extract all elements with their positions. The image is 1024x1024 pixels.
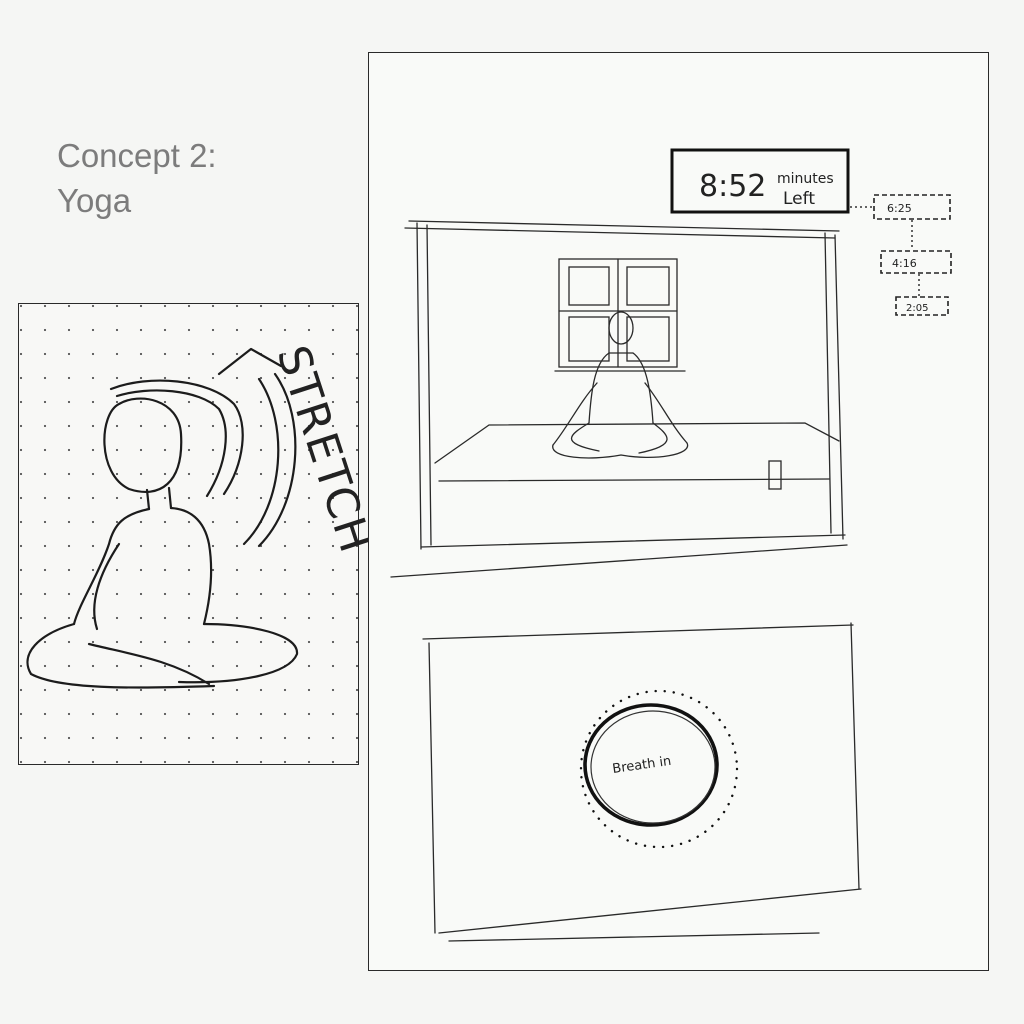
upcoming-time-2: 4:16 — [892, 257, 917, 270]
breath-prompt: Breath in — [611, 754, 672, 777]
stretch-sketch-card: STRETCH — [18, 303, 382, 765]
app-wireframe-drawing: 8:52 minutes Left 6:25 4:16 2:05 Breath … — [390, 148, 952, 942]
title-line-1: Concept 2: — [57, 137, 217, 174]
upcoming-time-3: 2:05 — [906, 303, 928, 314]
breathing-frame-sketch — [422, 622, 862, 942]
page-title: Concept 2: Yoga — [57, 133, 217, 223]
stretch-label: STRETCH — [267, 340, 382, 561]
timer-unit-line-2: Left — [783, 189, 815, 209]
upcoming-time-1: 6:25 — [887, 202, 912, 215]
video-frame-sketch — [390, 220, 848, 578]
yoga-app-sketch-card: 8:52 minutes Left 6:25 4:16 2:05 Breath … — [368, 52, 989, 971]
timer-unit-line-1: minutes — [777, 171, 834, 187]
timer-value: 8:52 — [699, 169, 766, 204]
stretch-figure-drawing: STRETCH — [26, 340, 382, 689]
title-line-2: Yoga — [57, 182, 132, 219]
